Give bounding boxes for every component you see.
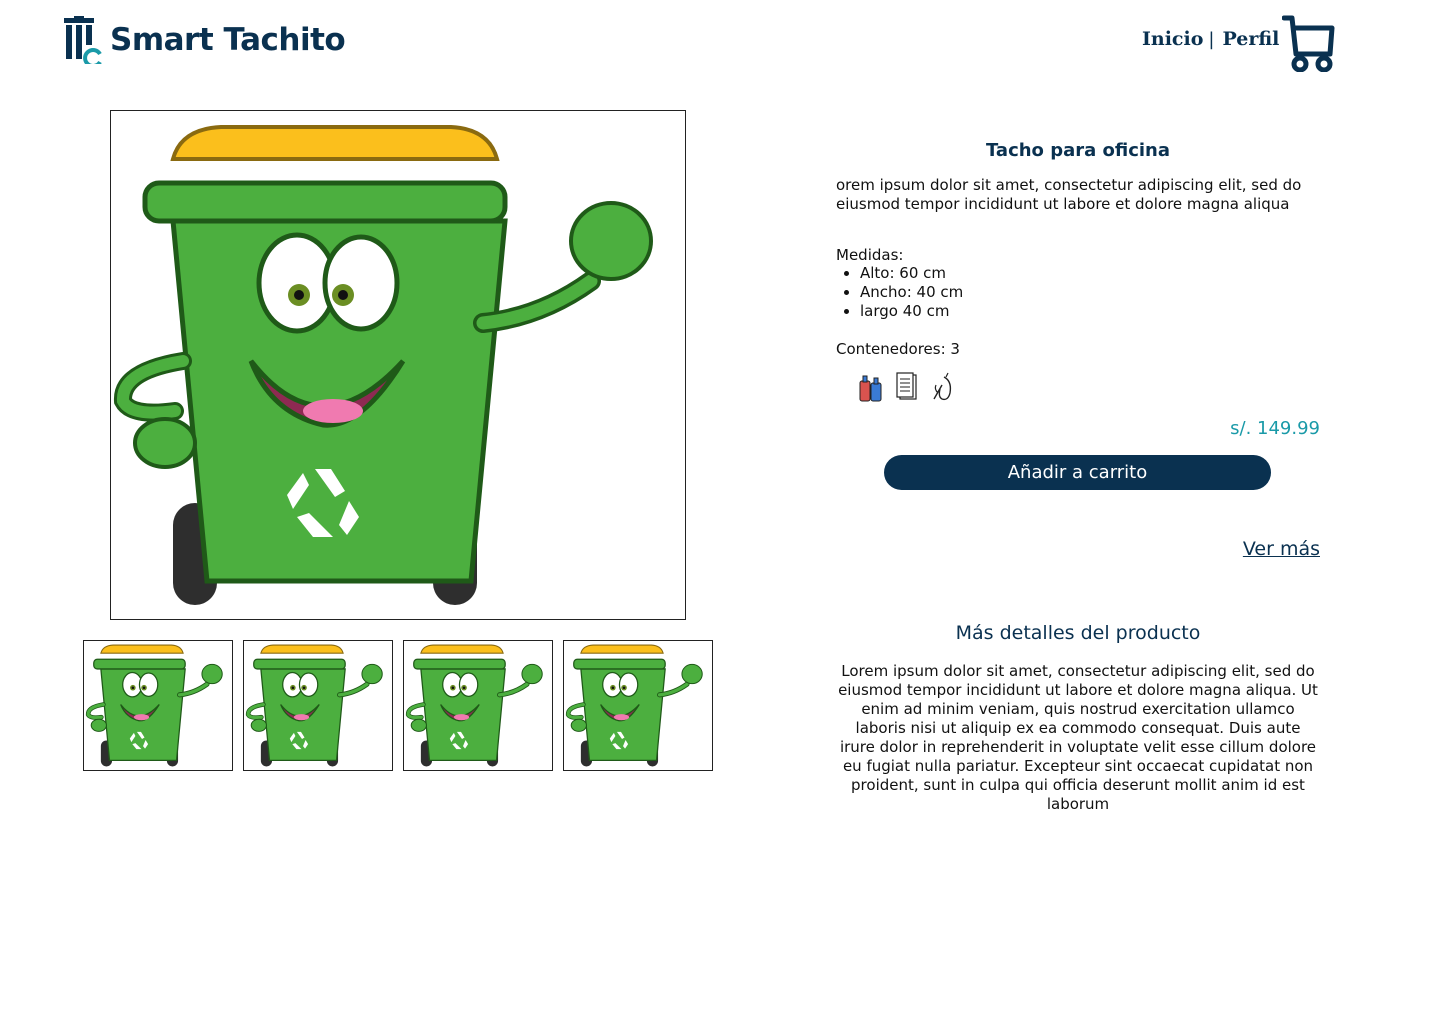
product-thumbnail[interactable]: [563, 640, 713, 771]
product-title: Tacho para oficina: [985, 140, 1171, 161]
bin-mascot-thumb: [244, 641, 392, 770]
nav-separator: |: [1208, 28, 1215, 50]
brand-logo[interactable]: Smart Tachito: [60, 16, 346, 64]
details-title: Más detalles del producto: [955, 622, 1201, 644]
product-info: Tacho para oficina orem ipsum dolor sit …: [836, 140, 1320, 560]
contenedores-count: Contenedores: 3: [836, 340, 960, 358]
nav-inicio-link[interactable]: Inicio: [1142, 28, 1203, 50]
product-thumbnail[interactable]: [403, 640, 553, 771]
nav-perfil-link[interactable]: Perfil: [1222, 28, 1279, 50]
bin-mascot-thumb: [404, 641, 552, 770]
medida-alto: Alto: 60 cm: [860, 264, 1320, 283]
medida-ancho: Ancho: 40 cm: [860, 283, 1320, 302]
medidas-label: Medidas:: [836, 246, 904, 264]
add-to-cart-button[interactable]: Añadir a carrito: [884, 455, 1271, 490]
ver-mas-container: Ver más: [836, 538, 1320, 560]
product-thumbnail[interactable]: [243, 640, 393, 771]
container-type-icons: [858, 370, 1320, 404]
product-price: s/. 149.99: [1230, 418, 1320, 439]
thumbnail-strip: [83, 640, 713, 771]
top-nav: Inicio | Perfil: [1142, 28, 1279, 50]
bin-mascot-image: [111, 111, 685, 619]
product-short-description: orem ipsum dolor sit amet, consectetur a…: [836, 176, 1302, 213]
bottles-icon: [858, 371, 884, 403]
details-text: Lorem ipsum dolor sit amet, consectetur …: [838, 662, 1318, 813]
medida-largo: largo 40 cm: [860, 302, 1320, 321]
organic-icon: [930, 371, 956, 403]
bin-mascot-thumb: [564, 641, 712, 770]
cart-icon[interactable]: [1282, 14, 1336, 72]
medidas-list: Alto: 60 cm Ancho: 40 cm largo 40 cm: [836, 264, 1320, 321]
product-thumbnail[interactable]: [83, 640, 233, 771]
ver-mas-link[interactable]: Ver más: [1243, 538, 1320, 560]
product-main-image: [110, 110, 686, 620]
paper-icon: [894, 371, 920, 403]
trash-logo-icon: [64, 16, 102, 64]
bin-mascot-thumb: [84, 641, 232, 770]
brand-name: Smart Tachito: [110, 22, 346, 58]
